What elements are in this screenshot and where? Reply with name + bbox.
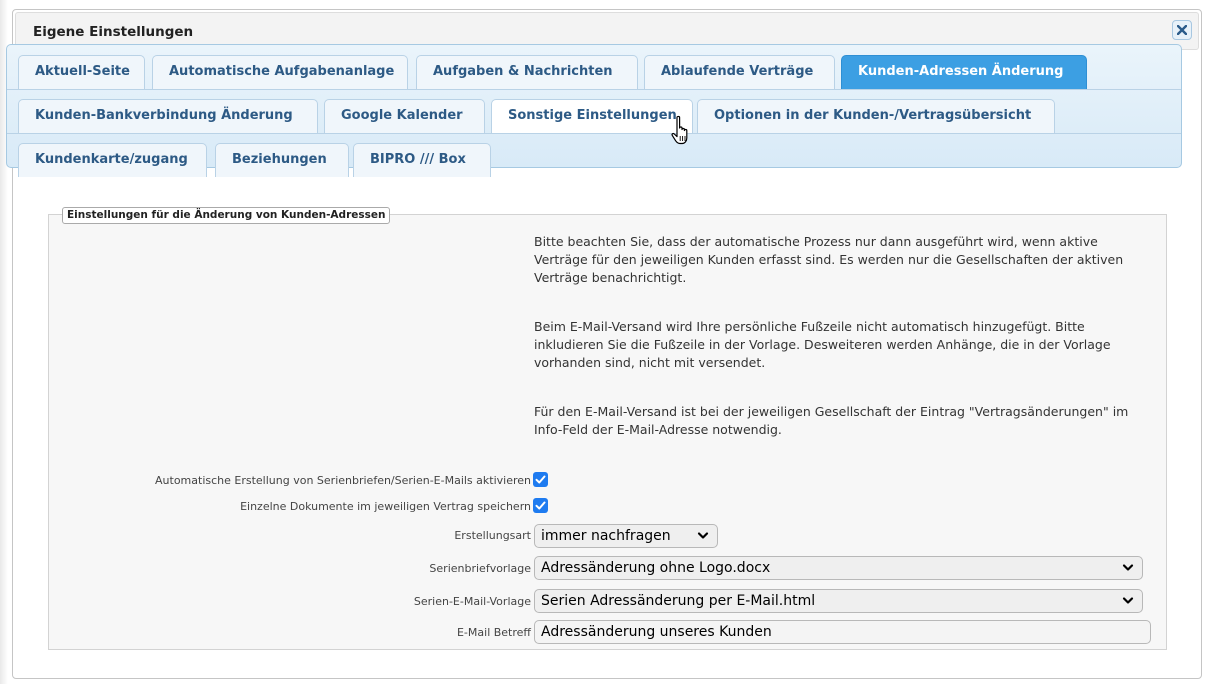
tab-aktuell-seite[interactable]: Aktuell-Seite bbox=[18, 55, 145, 89]
email-subject-input[interactable]: Adressänderung unseres Kunden bbox=[534, 620, 1151, 644]
tab-optionen-kunden-vertragsuebersicht[interactable]: Optionen in der Kunden-/Vertragsübersich… bbox=[697, 99, 1055, 133]
section-legend: Einstellungen für die Änderung von Kunde… bbox=[62, 207, 391, 224]
email-subject-label: E-Mail Betreff bbox=[456, 626, 531, 639]
checkmark-icon bbox=[535, 475, 546, 484]
save-docs-checkbox[interactable] bbox=[533, 498, 548, 513]
tab-sonstige-einstellungen[interactable]: Sonstige Einstellungen bbox=[491, 99, 693, 133]
letter-template-value: Adressänderung ohne Logo.docx bbox=[541, 560, 771, 576]
creation-type-select[interactable]: immer nachfragen bbox=[534, 524, 718, 548]
tab-strip: Aktuell-Seite Automatische Aufgabenanlag… bbox=[6, 44, 1182, 177]
close-button[interactable] bbox=[1172, 20, 1192, 40]
tab-kundenkarte-zugang[interactable]: Kundenkarte/zugang bbox=[18, 143, 207, 177]
creation-type-label: Erstellungsart bbox=[454, 529, 531, 542]
save-docs-label: Einzelne Dokumente im jeweiligen Vertrag… bbox=[240, 500, 531, 513]
auto-serial-checkbox[interactable] bbox=[533, 472, 548, 487]
info-paragraph-active-contracts: Bitte beachten Sie, dass der automatisch… bbox=[534, 234, 1124, 285]
checkmark-icon bbox=[535, 501, 546, 510]
email-template-value: Serien Adressänderung per E-Mail.html bbox=[541, 593, 816, 609]
tab-aufgaben-nachrichten[interactable]: Aufgaben & Nachrichten bbox=[416, 55, 638, 89]
email-template-label: Serien-E-Mail-Vorlage bbox=[413, 595, 531, 608]
auto-serial-label: Automatische Erstellung von Serienbriefe… bbox=[155, 474, 531, 487]
tab-beziehungen[interactable]: Beziehungen bbox=[215, 143, 349, 177]
tab-google-kalender[interactable]: Google Kalender bbox=[324, 99, 485, 133]
tab-ablaufende-vertraege[interactable]: Ablaufende Verträge bbox=[644, 55, 835, 89]
close-icon bbox=[1177, 25, 1187, 35]
chevron-down-icon bbox=[697, 532, 709, 539]
letter-template-label: Serienbriefvorlage bbox=[429, 562, 531, 575]
tab-row-divider bbox=[7, 133, 1181, 134]
letter-template-select[interactable]: Adressänderung ohne Logo.docx bbox=[534, 556, 1143, 580]
chevron-down-icon bbox=[1122, 597, 1134, 604]
info-paragraph-info-field: Für den E-Mail-Versand ist bei der jewei… bbox=[534, 404, 1129, 437]
tab-automatische-aufgabenanlage[interactable]: Automatische Aufgabenanlage bbox=[152, 55, 408, 89]
tab-kunden-bankverbindung-aenderung[interactable]: Kunden-Bankverbindung Änderung bbox=[18, 99, 318, 133]
chevron-down-icon bbox=[1122, 564, 1134, 571]
tab-kunden-adressen-aenderung[interactable]: Kunden-Adressen Änderung bbox=[841, 55, 1087, 89]
email-template-select[interactable]: Serien Adressänderung per E-Mail.html bbox=[534, 589, 1143, 613]
tab-bipro-box[interactable]: BIPRO /// Box bbox=[353, 143, 491, 177]
info-paragraph-email-footer: Beim E-Mail-Versand wird Ihre persönlich… bbox=[534, 319, 1111, 370]
hand-cursor-icon bbox=[671, 115, 688, 145]
tab-row-divider bbox=[7, 89, 1181, 90]
creation-type-value: immer nachfragen bbox=[541, 528, 671, 544]
dialog-title: Eigene Einstellungen bbox=[33, 24, 194, 40]
